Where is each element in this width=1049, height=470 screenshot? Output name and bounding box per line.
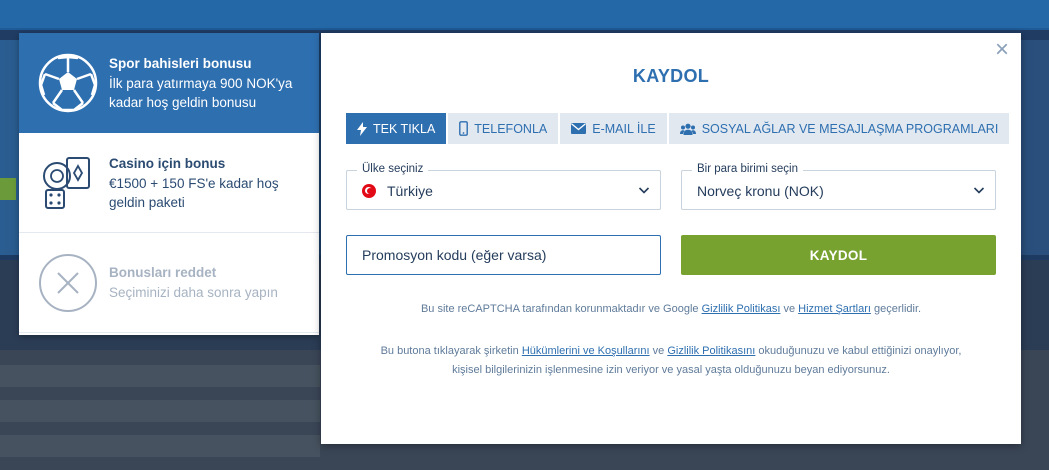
chevron-down-icon [638,187,650,194]
envelope-icon [571,123,587,134]
currency-value: Norveç kronu (NOK) [697,183,824,199]
bonus-description: İlk para yatırmaya 900 NOK'ya kadar hoş … [109,76,293,110]
background-row [0,365,320,387]
tab-label: E-MAIL İLE [592,121,656,136]
registration-tabs: TEK TIKLA TELEFONLA E-MAIL İLE SOSYAL AĞ… [346,113,1011,144]
country-label: Ülke seçiniz [357,163,429,175]
terms-text: kişisel bilgilerinizin işlenmesine izin … [452,364,890,376]
terms-notice: Bu butona tıklayarak şirketin Hükümlerin… [321,342,1021,380]
soccer-ball-icon [38,53,98,113]
bonus-option-casino[interactable]: Casino için bonus €1500 + 150 FS'e kadar… [19,133,319,233]
casino-chips-icon [43,156,90,209]
tab-phone[interactable]: TELEFONLA [448,113,559,144]
terms-of-service-link[interactable]: Hizmet Şartları [798,303,871,315]
modal-title: KAYDOL [632,66,710,86]
lightning-icon [357,121,367,136]
turkey-flag-icon [362,184,376,198]
bonus-title: Casino için bonus [109,155,226,171]
currency-select[interactable]: Bir para birimi seçin Norveç kronu (NOK) [681,163,996,210]
people-icon [679,123,696,135]
background-row [0,435,320,457]
privacy-policy-link[interactable]: Gizlilik Politikası [702,303,781,315]
terms-text: Bu butona tıklayarak şirketin [380,345,522,357]
currency-label: Bir para birimi seçin [692,163,803,175]
tab-label: TEK TIKLA [373,121,436,136]
background-green-accent [0,178,16,200]
phone-icon [459,121,469,136]
tab-social[interactable]: SOSYAL AĞLAR VE MESAJLAŞMA PROGRAMLARI [668,113,1010,144]
recaptcha-text: Bu site reCAPTCHA tarafından korunmaktad… [420,303,702,315]
recaptcha-notice: Bu site reCAPTCHA tarafından korunmaktad… [321,300,1021,319]
recaptcha-text: geçerlidir. [870,303,922,315]
background-row [0,400,320,422]
bonus-panel: Spor bahisleri bonusu İlk para yatırmaya… [19,33,319,335]
registration-modal: × KAYDOL TEK TIKLA TELEFONLA E-MAIL İLE … [321,33,1021,444]
bonus-title: Bonusları reddet [109,265,217,280]
bonus-option-decline[interactable]: Bonusları reddet Seçiminizi daha sonra y… [19,233,319,333]
bonus-description: Seçiminizi daha sonra yapın [109,285,278,300]
bonus-option-sports[interactable]: Spor bahisleri bonusu İlk para yatırmaya… [19,33,319,133]
chevron-down-icon [973,187,985,194]
country-select[interactable]: Ülke seçiniz Türkiye [346,163,661,210]
tab-email[interactable]: E-MAIL İLE [560,113,667,144]
bonus-title: Spor bahisleri bonusu [109,56,252,71]
terms-text: okuduğunuzu ve kabul ettiğinizi onaylıyo… [755,345,962,357]
bonus-description: €1500 + 150 FS'e kadar hoş geldin paketi [109,175,279,210]
background-topbar [0,0,1049,28]
privacy-policy-link[interactable]: Gizlilik Politikasını [667,345,755,357]
recaptcha-text: ve [780,303,799,315]
close-icon[interactable]: × [993,38,1011,62]
register-button[interactable]: KAYDOL [681,235,996,275]
tab-label: TELEFONLA [474,121,548,136]
terms-text: ve [649,345,668,357]
tab-label: SOSYAL AĞLAR VE MESAJLAŞMA PROGRAMLARI [701,121,999,136]
decline-x-icon [39,253,97,312]
country-value: Türkiye [387,183,433,199]
terms-and-conditions-link[interactable]: Hükümlerini ve Koşullarını [522,345,650,357]
tab-one-click[interactable]: TEK TIKLA [346,113,447,144]
promo-code-input[interactable] [346,235,661,275]
